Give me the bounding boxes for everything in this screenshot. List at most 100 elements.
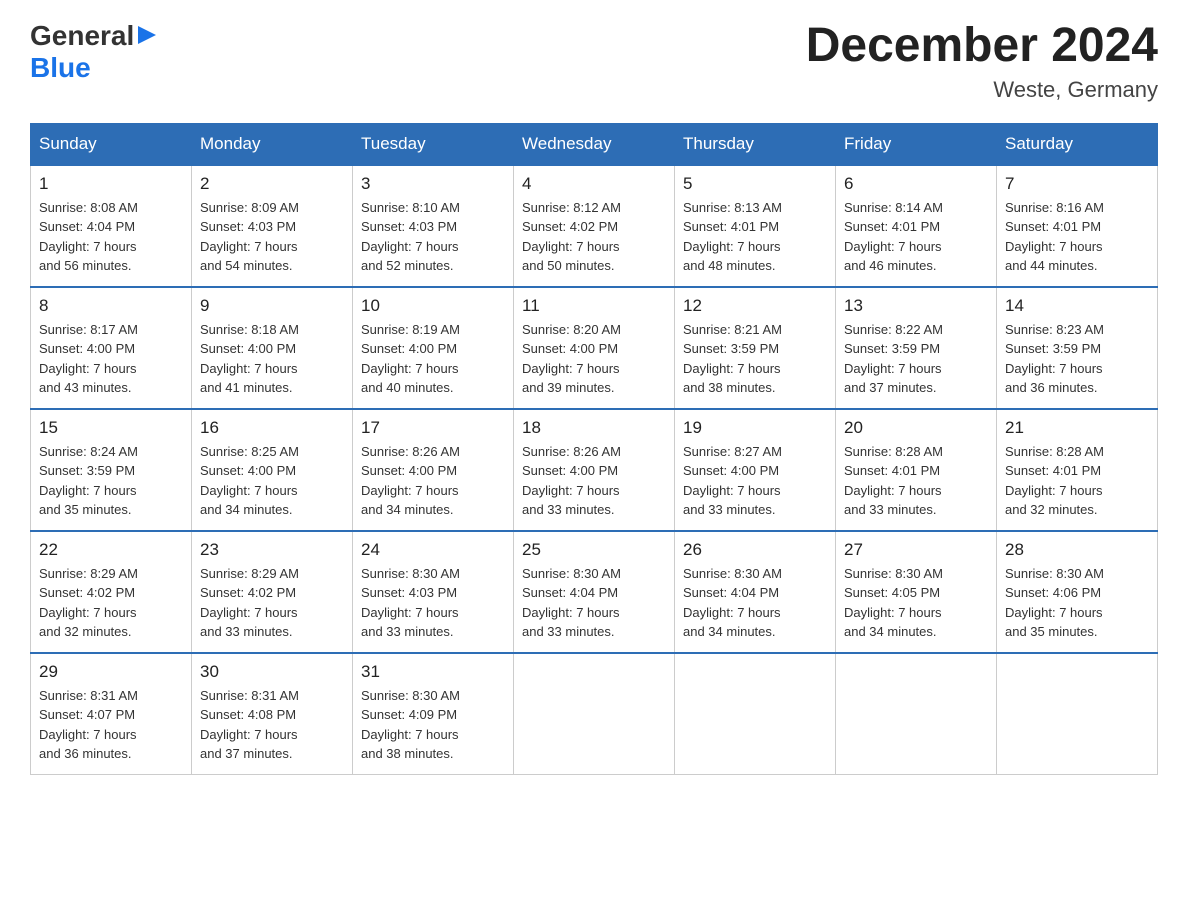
day-info: Sunrise: 8:30 AMSunset: 4:06 PMDaylight:…: [1005, 564, 1149, 642]
day-info: Sunrise: 8:31 AMSunset: 4:07 PMDaylight:…: [39, 686, 183, 764]
day-info: Sunrise: 8:17 AMSunset: 4:00 PMDaylight:…: [39, 320, 183, 398]
col-wednesday: Wednesday: [514, 123, 675, 165]
day-number: 30: [200, 662, 344, 682]
calendar-day-cell: [836, 653, 997, 775]
day-number: 2: [200, 174, 344, 194]
day-number: 15: [39, 418, 183, 438]
day-info: Sunrise: 8:14 AMSunset: 4:01 PMDaylight:…: [844, 198, 988, 276]
day-info: Sunrise: 8:08 AMSunset: 4:04 PMDaylight:…: [39, 198, 183, 276]
col-monday: Monday: [192, 123, 353, 165]
day-number: 20: [844, 418, 988, 438]
day-number: 16: [200, 418, 344, 438]
day-info: Sunrise: 8:26 AMSunset: 4:00 PMDaylight:…: [361, 442, 505, 520]
calendar-day-cell: 23 Sunrise: 8:29 AMSunset: 4:02 PMDayligh…: [192, 531, 353, 653]
day-number: 7: [1005, 174, 1149, 194]
calendar-day-cell: [997, 653, 1158, 775]
day-info: Sunrise: 8:12 AMSunset: 4:02 PMDaylight:…: [522, 198, 666, 276]
calendar-day-cell: 4Sunrise: 8:12 AMSunset: 4:02 PMDaylight…: [514, 165, 675, 287]
day-info: Sunrise: 8:09 AMSunset: 4:03 PMDaylight:…: [200, 198, 344, 276]
calendar-day-cell: 29 Sunrise: 8:31 AMSunset: 4:07 PMDayligh…: [31, 653, 192, 775]
day-number: 24: [361, 540, 505, 560]
calendar-day-cell: 22 Sunrise: 8:29 AMSunset: 4:02 PMDayligh…: [31, 531, 192, 653]
day-number: 25: [522, 540, 666, 560]
calendar-day-cell: 28 Sunrise: 8:30 AMSunset: 4:06 PMDayligh…: [997, 531, 1158, 653]
day-info: Sunrise: 8:30 AMSunset: 4:04 PMDaylight:…: [683, 564, 827, 642]
day-info: Sunrise: 8:28 AMSunset: 4:01 PMDaylight:…: [1005, 442, 1149, 520]
calendar-day-cell: 27 Sunrise: 8:30 AMSunset: 4:05 PMDayligh…: [836, 531, 997, 653]
day-number: 28: [1005, 540, 1149, 560]
calendar-day-cell: 12 Sunrise: 8:21 AMSunset: 3:59 PMDayligh…: [675, 287, 836, 409]
calendar-week-row: 8Sunrise: 8:17 AMSunset: 4:00 PMDaylight…: [31, 287, 1158, 409]
calendar-week-row: 15 Sunrise: 8:24 AMSunset: 3:59 PMDayligh…: [31, 409, 1158, 531]
day-info: Sunrise: 8:24 AMSunset: 3:59 PMDaylight:…: [39, 442, 183, 520]
day-info: Sunrise: 8:21 AMSunset: 3:59 PMDaylight:…: [683, 320, 827, 398]
day-info: Sunrise: 8:30 AMSunset: 4:04 PMDaylight:…: [522, 564, 666, 642]
col-friday: Friday: [836, 123, 997, 165]
calendar-day-cell: 14 Sunrise: 8:23 AMSunset: 3:59 PMDayligh…: [997, 287, 1158, 409]
day-info: Sunrise: 8:26 AMSunset: 4:00 PMDaylight:…: [522, 442, 666, 520]
calendar-day-cell: [675, 653, 836, 775]
calendar-day-cell: 25 Sunrise: 8:30 AMSunset: 4:04 PMDayligh…: [514, 531, 675, 653]
title-section: December 2024 Weste, Germany: [806, 20, 1158, 103]
day-info: Sunrise: 8:29 AMSunset: 4:02 PMDaylight:…: [39, 564, 183, 642]
calendar-day-cell: [514, 653, 675, 775]
calendar-day-cell: 2 Sunrise: 8:09 AMSunset: 4:03 PMDaylight…: [192, 165, 353, 287]
calendar-subtitle: Weste, Germany: [806, 77, 1158, 103]
day-number: 5: [683, 174, 827, 194]
day-number: 31: [361, 662, 505, 682]
day-info: Sunrise: 8:25 AMSunset: 4:00 PMDaylight:…: [200, 442, 344, 520]
calendar-body: 1Sunrise: 8:08 AMSunset: 4:04 PMDaylight…: [31, 165, 1158, 775]
day-number: 10: [361, 296, 505, 316]
day-info: Sunrise: 8:20 AMSunset: 4:00 PMDaylight:…: [522, 320, 666, 398]
day-number: 21: [1005, 418, 1149, 438]
day-number: 17: [361, 418, 505, 438]
day-info: Sunrise: 8:27 AMSunset: 4:00 PMDaylight:…: [683, 442, 827, 520]
day-info: Sunrise: 8:30 AMSunset: 4:05 PMDaylight:…: [844, 564, 988, 642]
day-number: 27: [844, 540, 988, 560]
calendar-day-cell: 26 Sunrise: 8:30 AMSunset: 4:04 PMDayligh…: [675, 531, 836, 653]
calendar-header: Sunday Monday Tuesday Wednesday Thursday…: [31, 123, 1158, 165]
day-info: Sunrise: 8:13 AMSunset: 4:01 PMDaylight:…: [683, 198, 827, 276]
calendar-day-cell: 30 Sunrise: 8:31 AMSunset: 4:08 PMDayligh…: [192, 653, 353, 775]
day-number: 6: [844, 174, 988, 194]
calendar-week-row: 1Sunrise: 8:08 AMSunset: 4:04 PMDaylight…: [31, 165, 1158, 287]
calendar-title: December 2024: [806, 20, 1158, 73]
day-info: Sunrise: 8:29 AMSunset: 4:02 PMDaylight:…: [200, 564, 344, 642]
day-info: Sunrise: 8:28 AMSunset: 4:01 PMDaylight:…: [844, 442, 988, 520]
col-saturday: Saturday: [997, 123, 1158, 165]
day-info: Sunrise: 8:18 AMSunset: 4:00 PMDaylight:…: [200, 320, 344, 398]
calendar-day-cell: 5 Sunrise: 8:13 AMSunset: 4:01 PMDaylight…: [675, 165, 836, 287]
calendar-day-cell: 24Sunrise: 8:30 AMSunset: 4:03 PMDayligh…: [353, 531, 514, 653]
logo-triangle-icon: [138, 26, 156, 49]
day-number: 26: [683, 540, 827, 560]
day-number: 23: [200, 540, 344, 560]
day-info: Sunrise: 8:31 AMSunset: 4:08 PMDaylight:…: [200, 686, 344, 764]
calendar-day-cell: 7 Sunrise: 8:16 AMSunset: 4:01 PMDaylight…: [997, 165, 1158, 287]
calendar-day-cell: 3Sunrise: 8:10 AMSunset: 4:03 PMDaylight…: [353, 165, 514, 287]
day-info: Sunrise: 8:10 AMSunset: 4:03 PMDaylight:…: [361, 198, 505, 276]
calendar-day-cell: 19Sunrise: 8:27 AMSunset: 4:00 PMDayligh…: [675, 409, 836, 531]
day-info: Sunrise: 8:23 AMSunset: 3:59 PMDaylight:…: [1005, 320, 1149, 398]
calendar-day-cell: 20 Sunrise: 8:28 AMSunset: 4:01 PMDayligh…: [836, 409, 997, 531]
logo-general-text: General: [30, 20, 134, 52]
calendar-day-cell: 18Sunrise: 8:26 AMSunset: 4:00 PMDayligh…: [514, 409, 675, 531]
col-sunday: Sunday: [31, 123, 192, 165]
calendar-day-cell: 16 Sunrise: 8:25 AMSunset: 4:00 PMDayligh…: [192, 409, 353, 531]
day-number: 9: [200, 296, 344, 316]
day-number: 12: [683, 296, 827, 316]
day-number: 29: [39, 662, 183, 682]
calendar-day-cell: 21 Sunrise: 8:28 AMSunset: 4:01 PMDayligh…: [997, 409, 1158, 531]
calendar-week-row: 22 Sunrise: 8:29 AMSunset: 4:02 PMDayligh…: [31, 531, 1158, 653]
calendar-day-cell: 31Sunrise: 8:30 AMSunset: 4:09 PMDayligh…: [353, 653, 514, 775]
col-thursday: Thursday: [675, 123, 836, 165]
col-tuesday: Tuesday: [353, 123, 514, 165]
day-number: 14: [1005, 296, 1149, 316]
logo-blue-text: Blue: [30, 52, 91, 83]
calendar-day-cell: 1Sunrise: 8:08 AMSunset: 4:04 PMDaylight…: [31, 165, 192, 287]
calendar-day-cell: 17 Sunrise: 8:26 AMSunset: 4:00 PMDayligh…: [353, 409, 514, 531]
day-info: Sunrise: 8:16 AMSunset: 4:01 PMDaylight:…: [1005, 198, 1149, 276]
header-row: Sunday Monday Tuesday Wednesday Thursday…: [31, 123, 1158, 165]
calendar-table: Sunday Monday Tuesday Wednesday Thursday…: [30, 123, 1158, 775]
calendar-day-cell: 6 Sunrise: 8:14 AMSunset: 4:01 PMDaylight…: [836, 165, 997, 287]
day-number: 22: [39, 540, 183, 560]
